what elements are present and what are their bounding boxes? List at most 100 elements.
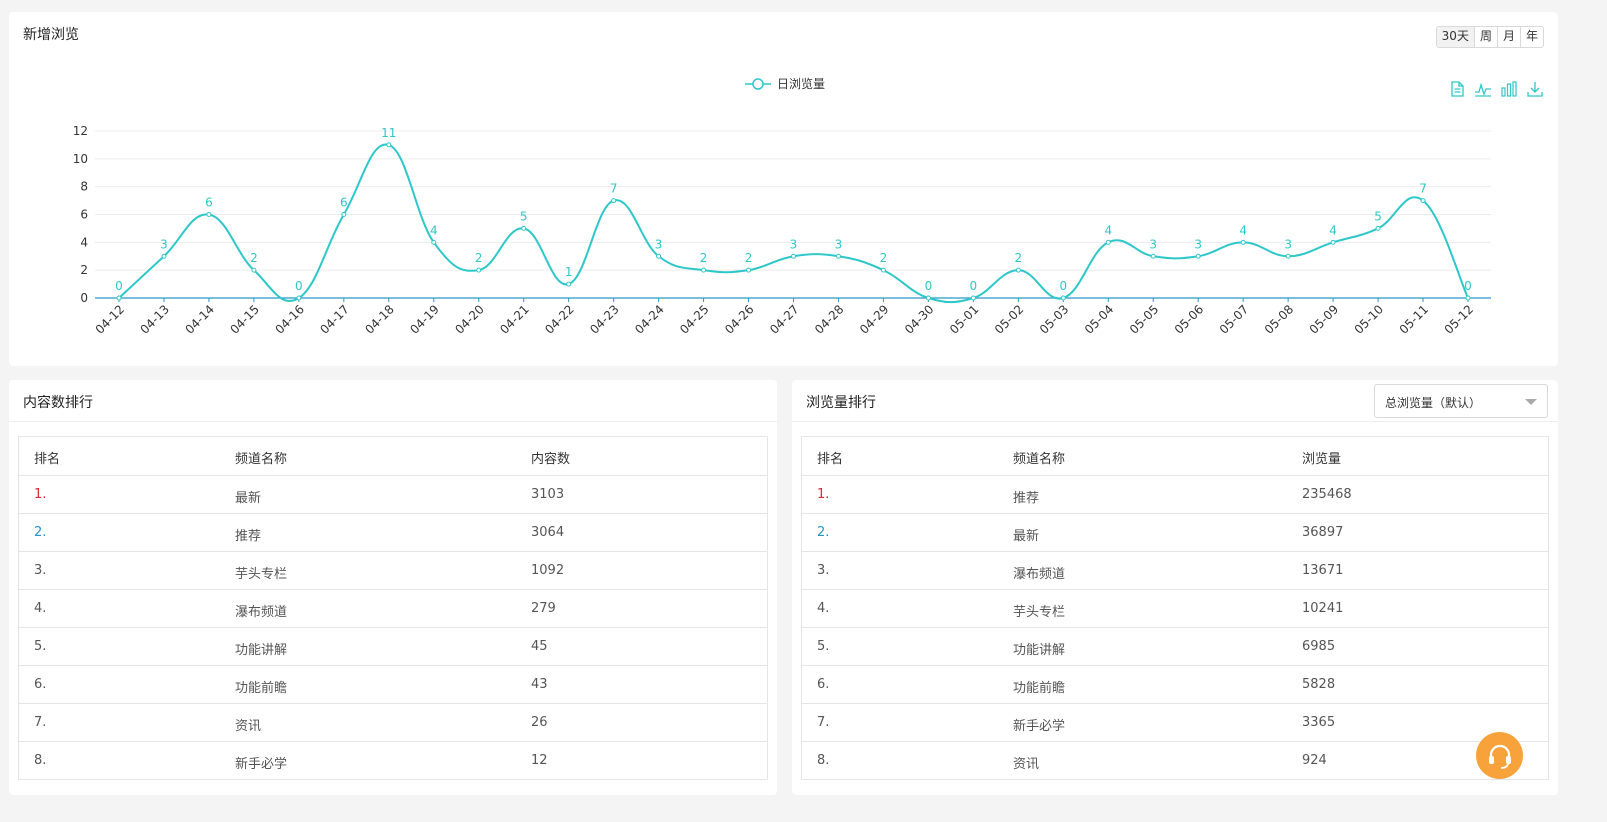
x-tick-label: 04-26 bbox=[722, 302, 757, 337]
x-tick-label: 04-27 bbox=[767, 302, 802, 337]
chevron-down-icon bbox=[1525, 399, 1537, 405]
y-tick-label: 2 bbox=[80, 263, 88, 277]
data-label: 5 bbox=[520, 209, 528, 223]
headset-icon bbox=[1488, 744, 1511, 769]
table-row: 7. 资讯 26 bbox=[19, 703, 767, 741]
data-point bbox=[1330, 239, 1336, 245]
table-row: 6. 功能前瞻 43 bbox=[19, 665, 767, 703]
data-point bbox=[206, 212, 212, 217]
x-tick-label: 04-14 bbox=[182, 302, 217, 337]
data-point bbox=[386, 142, 392, 148]
content-count: 3064 bbox=[531, 525, 565, 540]
table-row: 2. 最新 36897 bbox=[802, 513, 1548, 551]
view-count: 10241 bbox=[1302, 601, 1344, 616]
card-divider bbox=[792, 421, 1558, 422]
data-label: 0 bbox=[970, 279, 978, 293]
rank-number: 2. bbox=[817, 525, 830, 540]
table-row: 3. 瀑布频道 13671 bbox=[802, 551, 1548, 589]
y-tick-label: 0 bbox=[80, 291, 88, 305]
content-rank-title: 内容数排行 bbox=[23, 395, 93, 411]
data-point bbox=[1060, 295, 1066, 301]
rank-number: 7. bbox=[34, 715, 47, 730]
line-chart-icon[interactable] bbox=[1474, 80, 1492, 98]
data-label: 4 bbox=[1239, 223, 1247, 237]
data-point bbox=[431, 239, 437, 245]
content-count: 12 bbox=[531, 753, 548, 768]
channel-name: 瀑布频道 bbox=[235, 605, 288, 620]
x-tick-label: 04-24 bbox=[632, 302, 667, 337]
rank-number: 1. bbox=[817, 487, 830, 502]
data-label: 6 bbox=[205, 196, 213, 210]
rank-number: 3. bbox=[817, 563, 830, 578]
rank-number: 1. bbox=[34, 487, 47, 502]
series-line bbox=[118, 143, 1469, 304]
x-tick-label: 04-13 bbox=[138, 302, 173, 337]
trend-line-chart: 02468101204-12 04-13 04-14 04-15 04-16 04-17 0… bbox=[73, 124, 1491, 337]
data-point bbox=[1240, 239, 1246, 245]
data-point bbox=[1285, 253, 1291, 259]
channel-name: 最新 bbox=[1013, 529, 1040, 544]
card-divider bbox=[9, 421, 777, 422]
data-label: 3 bbox=[1149, 237, 1157, 251]
data-label: 2 bbox=[700, 251, 708, 265]
data-view-icon[interactable] bbox=[1448, 80, 1466, 98]
bar-chart-icon[interactable] bbox=[1500, 80, 1518, 98]
channel-name: 功能讲解 bbox=[1013, 643, 1066, 658]
content-count: 3103 bbox=[531, 487, 565, 502]
legend-line-icon bbox=[745, 77, 771, 90]
data-point bbox=[925, 295, 931, 301]
table-row: 8. 资讯 924 bbox=[802, 741, 1548, 779]
x-tick-label: 04-23 bbox=[587, 302, 622, 337]
header-channel: 频道名称 bbox=[1013, 452, 1066, 467]
x-tick-label: 04-30 bbox=[902, 302, 937, 337]
channel-name: 功能前瞻 bbox=[1013, 681, 1066, 696]
chart-toolbox bbox=[1448, 80, 1544, 98]
x-tick-label: 04-17 bbox=[317, 302, 352, 337]
rank-number: 7. bbox=[817, 715, 830, 730]
table-row: 4. 瀑布频道 279 bbox=[19, 589, 767, 627]
channel-name: 瀑布频道 bbox=[1013, 567, 1066, 582]
data-point bbox=[880, 267, 886, 273]
data-label: 6 bbox=[340, 196, 348, 210]
view-count: 924 bbox=[1302, 753, 1327, 768]
chart-legend[interactable]: 日浏览量 bbox=[745, 75, 825, 92]
y-tick-label: 6 bbox=[80, 208, 88, 222]
x-tick-label: 04-28 bbox=[812, 302, 847, 337]
rank-number: 8. bbox=[34, 753, 47, 768]
y-tick-label: 4 bbox=[80, 235, 88, 249]
rank-number: 5. bbox=[34, 639, 47, 654]
rank-number: 5. bbox=[817, 639, 830, 654]
x-tick-label: 04-21 bbox=[497, 302, 532, 337]
x-tick-label: 05-01 bbox=[947, 302, 982, 337]
download-icon[interactable] bbox=[1526, 80, 1544, 98]
table-row: 5. 功能讲解 45 bbox=[19, 627, 767, 665]
data-point bbox=[701, 267, 707, 273]
customer-support-button[interactable] bbox=[1476, 732, 1523, 779]
x-tick-label: 04-20 bbox=[452, 302, 487, 337]
x-tick-label: 05-08 bbox=[1262, 302, 1297, 337]
data-label: 4 bbox=[1329, 223, 1337, 237]
data-point bbox=[116, 295, 122, 301]
data-label: 0 bbox=[115, 279, 123, 293]
data-label: 3 bbox=[835, 237, 843, 251]
view-metric-select[interactable]: 总浏览量（默认） bbox=[1374, 384, 1548, 418]
table-row: 3. 芋头专栏 1092 bbox=[19, 551, 767, 589]
content-count: 43 bbox=[531, 677, 548, 692]
table-header-row: 排名 频道名称 内容数 bbox=[19, 437, 767, 475]
x-tick-label: 04-29 bbox=[857, 302, 892, 337]
rank-number: 4. bbox=[34, 601, 47, 616]
view-rank-table: 排名 频道名称 浏览量 1. 推荐 235468 2. 最新 36897 3. 瀑布频道 1… bbox=[801, 436, 1549, 780]
view-count: 235468 bbox=[1302, 487, 1352, 502]
data-label: 0 bbox=[1464, 279, 1472, 293]
channel-name: 资讯 bbox=[235, 719, 262, 734]
channel-name: 资讯 bbox=[1013, 757, 1040, 772]
data-label: 3 bbox=[1194, 237, 1202, 251]
header-view-count: 浏览量 bbox=[1302, 452, 1342, 467]
content-count: 26 bbox=[531, 715, 548, 730]
data-point bbox=[341, 212, 347, 217]
table-row: 7. 新手必学 3365 bbox=[802, 703, 1548, 741]
rank-number: 3. bbox=[34, 563, 47, 578]
data-label: 7 bbox=[610, 182, 618, 196]
data-point bbox=[791, 253, 796, 259]
data-label: 2 bbox=[250, 251, 258, 265]
